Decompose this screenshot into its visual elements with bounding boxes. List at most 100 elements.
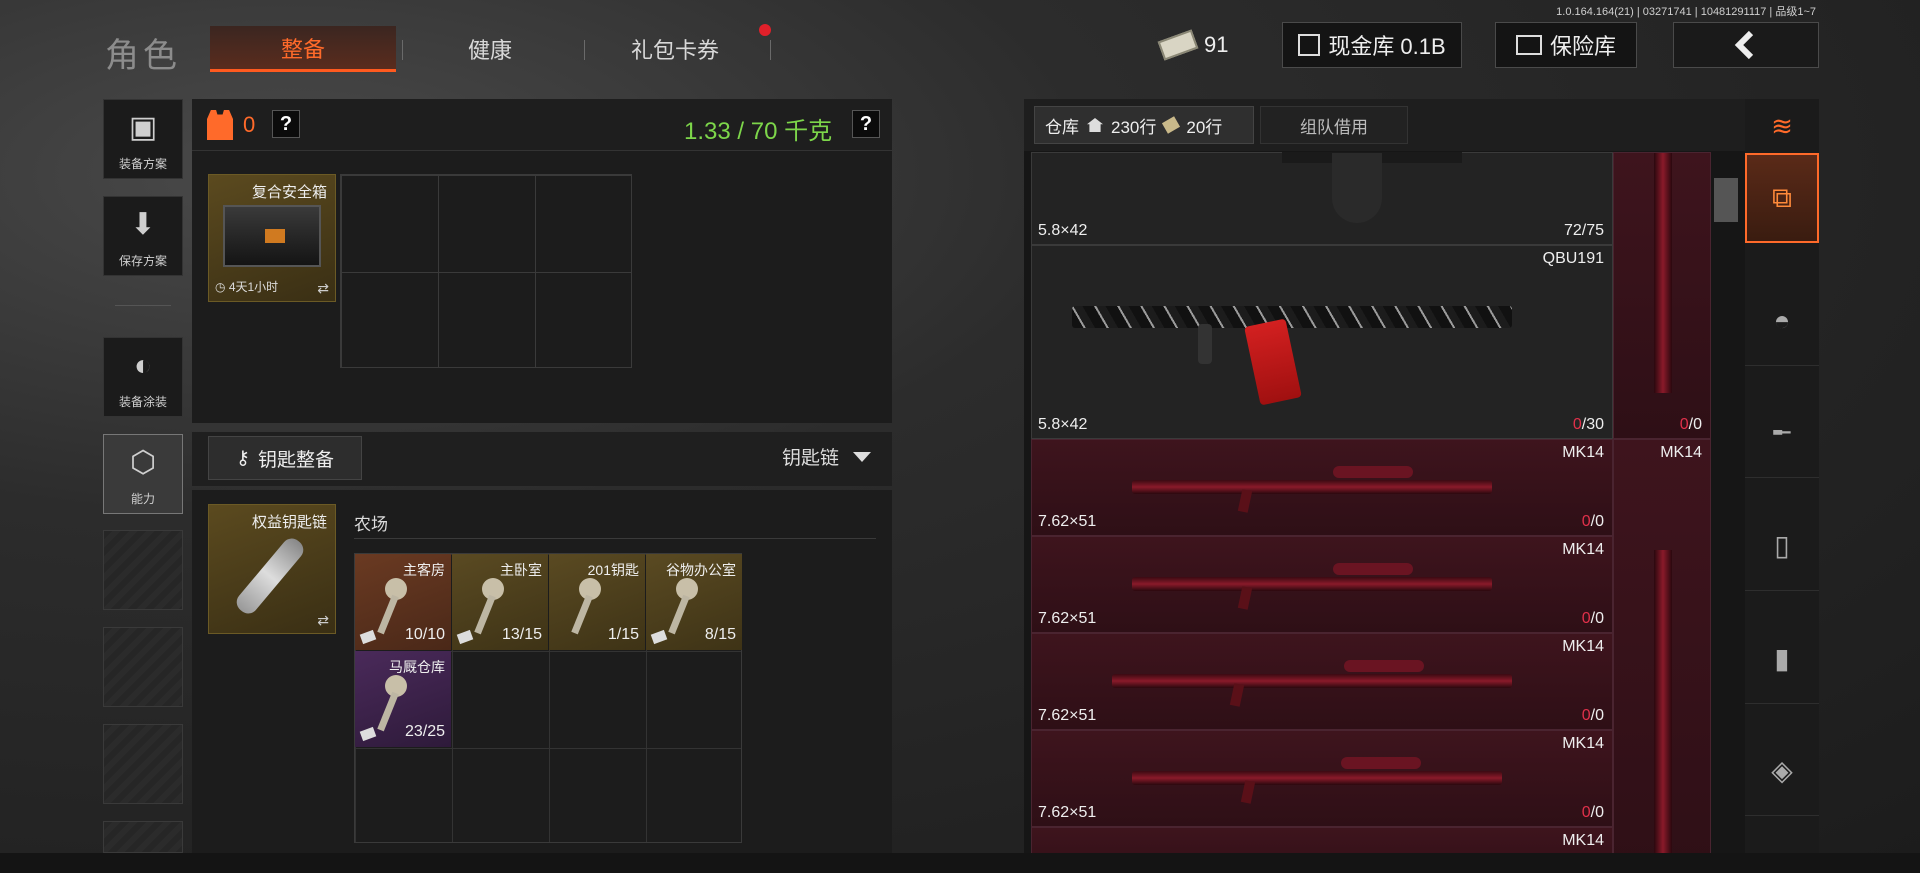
back-arrow-icon — [1734, 30, 1754, 60]
safe-vault-button[interactable]: 保险库 — [1495, 22, 1637, 68]
inventory-item-mk14[interactable]: MK14 7.62×51 0/0 — [1031, 633, 1613, 730]
keychain-item[interactable]: 权益钥匙链 ⇄ — [208, 504, 336, 634]
vault-icon — [1298, 34, 1321, 56]
inventory-item-qbu191[interactable]: QBU191 5.8×42 0/30 — [1031, 245, 1613, 439]
item-caliber: 7.62×51 — [1038, 513, 1097, 530]
ammo-icon: ▮ — [1774, 643, 1790, 674]
category-rifle[interactable]: ╾ — [1745, 388, 1819, 478]
item-ammo: 0/0 — [1582, 804, 1604, 822]
keychain-image — [232, 534, 308, 618]
item-name: MK14 — [1562, 541, 1604, 558]
sidebar-divider — [115, 305, 171, 306]
sidebar-empty-slot — [103, 821, 183, 853]
safebox-grid[interactable] — [340, 174, 632, 368]
inventory-item-mk14-vertical[interactable]: MK14 — [1613, 439, 1711, 853]
drum-magazine-image — [1332, 153, 1382, 223]
key-item[interactable]: 主客房 10/10 — [355, 554, 451, 650]
tab-warehouse[interactable]: 仓库 230行 20行 — [1034, 106, 1254, 144]
tab-team-borrow[interactable]: 组队借用 — [1260, 106, 1408, 144]
key-item[interactable]: 主卧室 13/15 — [452, 554, 548, 650]
key-icon — [385, 578, 407, 600]
inventory-item-mk14[interactable]: MK14 7.62×51 0/0 — [1031, 439, 1613, 536]
weapon-image — [1654, 550, 1672, 853]
grip-image — [1198, 324, 1212, 364]
sidebar-item-label: 装备涂装 — [118, 395, 167, 409]
armor-icon — [207, 110, 233, 140]
key-count: 23/25 — [404, 723, 445, 740]
money-display: 91 — [1157, 22, 1260, 68]
keychain-dropdown-label: 钥匙链 — [782, 448, 840, 469]
category-attachment[interactable]: ◈ — [1745, 726, 1819, 816]
key-equip-button[interactable]: ⚷ 钥匙整备 — [208, 436, 362, 480]
sidebar-item-ability[interactable]: ⬡ 能力 — [103, 434, 183, 514]
divider — [354, 538, 876, 539]
money-amount: 91 — [1204, 32, 1229, 57]
key-name: 主客房 — [403, 562, 445, 578]
magazine-icon: ▯ — [1774, 530, 1790, 561]
inventory-item-mk14[interactable]: MK14 — [1031, 827, 1613, 853]
tab-equip[interactable]: 整备 — [210, 26, 396, 72]
cash-bill-icon — [1157, 29, 1199, 61]
sort-refresh-icon[interactable]: ≋ — [1760, 108, 1804, 144]
chevron-down-icon — [853, 451, 872, 462]
help-button[interactable]: ? — [272, 110, 300, 138]
item-caliber: 5.8×42 — [1038, 416, 1088, 433]
inventory-item-mk14[interactable]: MK14 7.62×51 0/0 — [1031, 536, 1613, 633]
map-location-label: 农场 — [354, 515, 388, 534]
ammo-loaded: 0 — [1679, 416, 1689, 433]
item-name: MK14 — [1660, 444, 1702, 461]
key-item[interactable]: 201钥匙 1/15 — [549, 554, 645, 650]
back-button[interactable] — [1673, 22, 1819, 68]
item-ammo: 72/75 — [1563, 222, 1604, 239]
key-item[interactable]: 谷物办公室 8/15 — [646, 554, 742, 650]
swap-icon[interactable]: ⇄ — [317, 612, 329, 629]
tab-separator — [770, 40, 771, 60]
inventory-item-mk14[interactable]: MK14 7.62×51 0/0 — [1031, 730, 1613, 827]
item-caliber: 7.62×51 — [1038, 804, 1097, 821]
key-icon: ⚷ — [236, 447, 250, 469]
sidebar-item-loadout[interactable]: ▣ 装备方案 — [103, 99, 183, 179]
safebox-item[interactable]: 复合安全箱 ◷ 4天1小时 ⇄ — [208, 174, 336, 302]
scrollbar-thumb[interactable] — [1714, 178, 1738, 222]
inventory-item[interactable]: 5.8×42 72/75 — [1031, 152, 1613, 245]
helmet-icon: ◓ — [1773, 304, 1791, 336]
item-ammo: 0/0 — [1582, 707, 1604, 725]
key-icon — [385, 675, 407, 697]
key-mini-icon — [359, 726, 377, 742]
house-icon — [1087, 118, 1103, 132]
magazine-image — [1244, 318, 1302, 406]
inventory-item-vertical[interactable]: 0/0 — [1613, 152, 1711, 439]
attachment-icon: ◈ — [1771, 755, 1793, 786]
ammo-capacity: /0 — [1688, 416, 1702, 433]
ammo-capacity: /0 — [1590, 707, 1604, 724]
helmet-paint-icon: ◐ — [133, 348, 153, 382]
sidebar-item-label: 能力 — [130, 492, 155, 506]
key-mini-icon — [456, 629, 474, 645]
ammo-loaded: 0 — [1581, 707, 1591, 724]
weapon-image — [1112, 660, 1512, 688]
category-ammo[interactable]: ▮ — [1745, 614, 1819, 704]
warehouse-grid: 5.8×42 72/75 QBU191 5.8×42 0/30 MK14 7.6… — [1031, 152, 1711, 853]
item-ammo: 0/0 — [1582, 513, 1604, 531]
warehouse-tab-label: 仓库 — [1045, 117, 1079, 137]
ammo-loaded: 0 — [1572, 416, 1582, 433]
item-name: MK14 — [1562, 832, 1604, 849]
page-title: 角色 — [105, 37, 181, 75]
sidebar-item-label: 保存方案 — [118, 254, 167, 268]
swap-icon[interactable]: ⇄ — [317, 280, 329, 297]
weight-help-button[interactable]: ? — [852, 110, 880, 138]
tab-gift-coupons[interactable]: 礼包卡券 — [580, 26, 770, 72]
sidebar-item-paint[interactable]: ◐ 装备涂装 — [103, 337, 183, 417]
armor-count: 0 — [243, 112, 256, 137]
key-count: 13/15 — [501, 626, 542, 643]
sidebar-item-save[interactable]: ⬇ 保存方案 — [103, 196, 183, 276]
tab-health[interactable]: 健康 — [410, 26, 570, 72]
cash-vault-button[interactable]: 现金库 0.1B — [1282, 22, 1462, 68]
category-magazine[interactable]: ▯ — [1745, 501, 1819, 591]
ammo-loaded: 0 — [1581, 610, 1591, 627]
category-helmet[interactable]: ◓ — [1745, 276, 1819, 366]
keychain-dropdown[interactable]: 钥匙链 — [782, 443, 872, 470]
key-item[interactable]: 马厩仓库 23/25 — [355, 651, 451, 747]
notification-dot — [759, 24, 771, 36]
category-all[interactable]: ⧉ — [1745, 153, 1819, 243]
